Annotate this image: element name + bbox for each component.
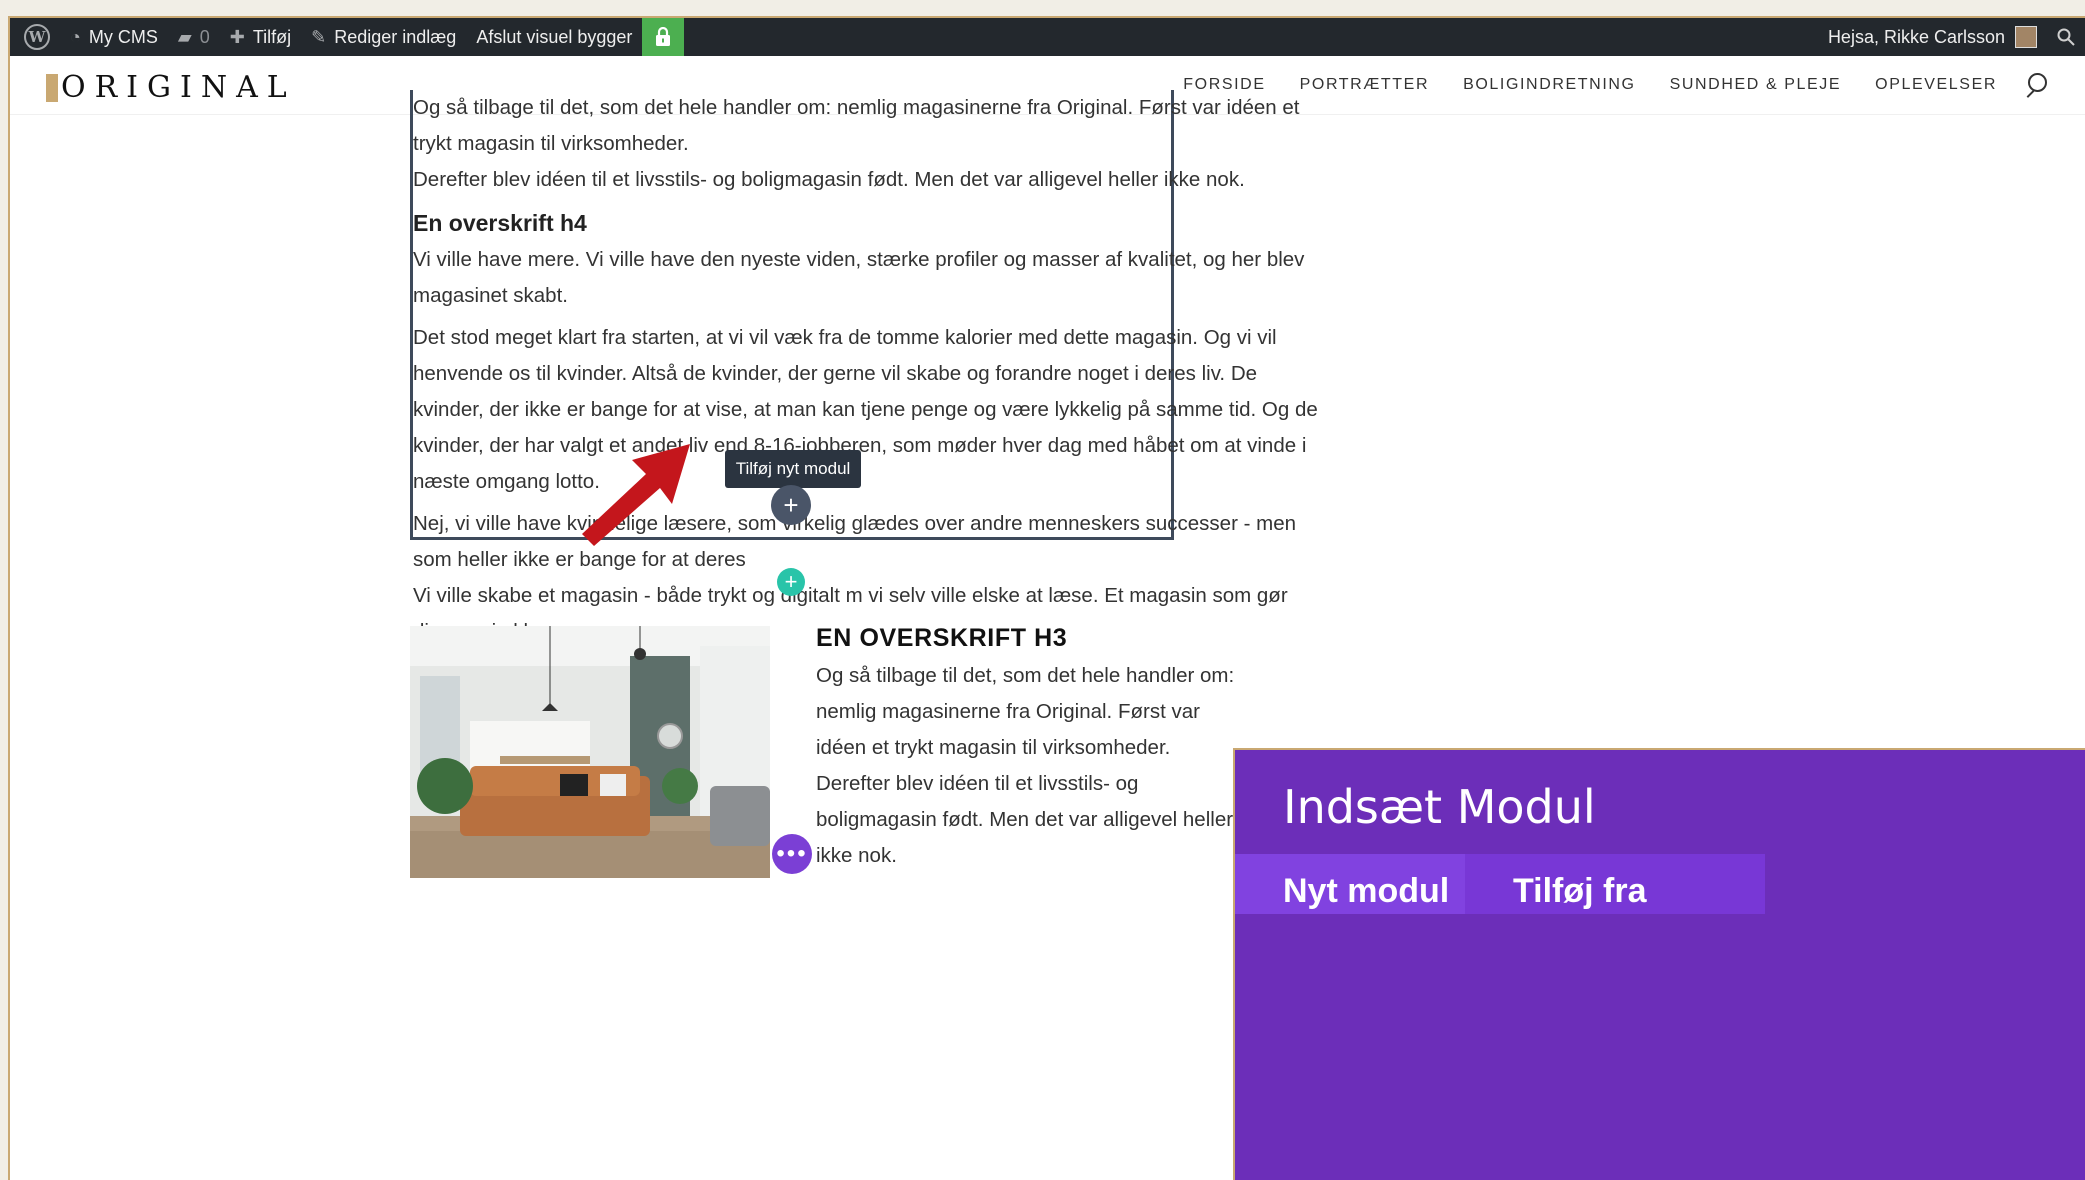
my-account-menu[interactable]: Hejsa, Rikke Carlsson xyxy=(1818,18,2047,56)
nav-boligindretning[interactable]: BOLIGINDRETNING xyxy=(1463,76,1635,94)
nav-oplevelser[interactable]: OPLEVELSER xyxy=(1875,76,1997,94)
text-line: Det stod meget klart fra starten, at vi … xyxy=(413,326,1277,349)
admin-bar: W ◔ My CMS ▰ 0 ✚ Tilføj ✎ Rediger indlæg… xyxy=(10,18,2085,56)
comments-link[interactable]: ▰ 0 xyxy=(168,18,220,56)
edit-post-link[interactable]: ✎ Rediger indlæg xyxy=(301,18,466,56)
text-line: boligmagasin født. Men det var alligevel… xyxy=(816,808,1234,831)
text-line: ikke nok. xyxy=(816,844,897,867)
tab-label: Tilføj fra bibliotek xyxy=(1513,872,1653,914)
site-name: My CMS xyxy=(88,26,158,47)
living-room-illustration xyxy=(410,626,770,878)
living-room-image[interactable] xyxy=(410,626,770,878)
plus-icon: + xyxy=(783,489,799,520)
text-line: Vi ville have mere. Vi ville have den ny… xyxy=(413,248,1305,271)
site-name-link[interactable]: ◔ My CMS xyxy=(60,18,168,56)
logo-mark xyxy=(46,73,58,102)
exit-visual-builder-link[interactable]: Afslut visuel bygger xyxy=(466,18,642,56)
add-module-tooltip: Tilføj nyt modul xyxy=(725,450,861,495)
site-search-icon[interactable] xyxy=(2023,73,2047,97)
text-line: Og så tilbage til det, som det hele hand… xyxy=(816,664,1235,687)
tab-add-from-library[interactable]: Tilføj fra bibliotek xyxy=(1465,854,1765,914)
dashboard-icon: ◔ xyxy=(70,26,81,47)
lock-button[interactable] xyxy=(642,18,685,56)
comment-icon: ▰ xyxy=(177,26,192,47)
comments-count: 0 xyxy=(199,26,210,47)
browser-viewport: W ◔ My CMS ▰ 0 ✚ Tilføj ✎ Rediger indlæg… xyxy=(8,16,2085,1180)
heading-h4: En overskrift h4 xyxy=(413,210,587,236)
text-line: magasinet skabt. xyxy=(413,284,568,307)
page-settings-button[interactable]: ••• xyxy=(772,834,812,874)
modal-tabs: Nyt modul Tilføj fra bibliotek xyxy=(1235,854,2085,914)
logo-text: ORIGINAL xyxy=(61,70,296,105)
text-line: nemlig magasinerne fra Original. Først v… xyxy=(816,700,1200,723)
nav-sundhed-pleje[interactable]: SUNDHED & PLEJE xyxy=(1670,76,1842,94)
pencil-icon: ✎ xyxy=(311,26,327,47)
text-line: kvinder, der ikke er bange for at vise, … xyxy=(413,398,1318,421)
new-label: Tilføj xyxy=(252,26,292,47)
text-line: henvende os til kvinder. Altså de kvinde… xyxy=(413,362,1258,385)
site-logo[interactable]: ORIGINAL xyxy=(46,70,296,105)
new-content-menu[interactable]: ✚ Tilføj xyxy=(220,18,301,56)
text-line: Derefter blev idéen til et livsstils- og… xyxy=(413,168,1245,191)
red-arrow-annotation xyxy=(582,444,690,546)
text-line: trykt magasin til virksomheder. xyxy=(413,132,689,155)
more-dots-icon: ••• xyxy=(776,840,808,867)
nav-forside[interactable]: FORSIDE xyxy=(1183,76,1265,94)
admin-search-button[interactable] xyxy=(2047,18,2085,56)
wordpress-logo-icon: W xyxy=(24,24,50,50)
text-line: Derefter blev idéen til et livsstils- og xyxy=(816,772,1139,795)
exit-builder-label: Afslut visuel bygger xyxy=(476,26,633,47)
modal-title: Indsæt Modul xyxy=(1283,780,1596,834)
plus-icon: ✚ xyxy=(229,26,245,47)
lock-icon xyxy=(656,27,671,46)
text-line: idéen et trykt magasin til virksomheder. xyxy=(816,736,1171,759)
tab-label: Nyt modul xyxy=(1283,872,1450,910)
add-module-button[interactable]: + xyxy=(771,485,811,525)
greeting: Hejsa, Rikke Carlsson xyxy=(1827,26,2005,47)
search-icon xyxy=(2057,28,2075,46)
text-line: Og så tilbage til det, som det hele hand… xyxy=(413,96,1300,119)
section-text: Og så tilbage til det, som det hele hand… xyxy=(816,658,1235,874)
insert-module-modal: Indsæt Modul Nyt modul Tilføj fra biblio… xyxy=(1233,748,2085,1180)
plus-icon: + xyxy=(784,569,798,594)
nav-portraetter[interactable]: PORTRÆTTER xyxy=(1300,76,1429,94)
heading-h3: EN OVERSKRIFT H3 xyxy=(816,624,1068,652)
tab-new-module[interactable]: Nyt modul xyxy=(1235,854,1465,914)
edit-label: Rediger indlæg xyxy=(334,26,457,47)
add-row-button[interactable]: + xyxy=(777,568,805,596)
avatar xyxy=(2015,26,2037,48)
wordpress-menu[interactable]: W xyxy=(10,18,60,56)
